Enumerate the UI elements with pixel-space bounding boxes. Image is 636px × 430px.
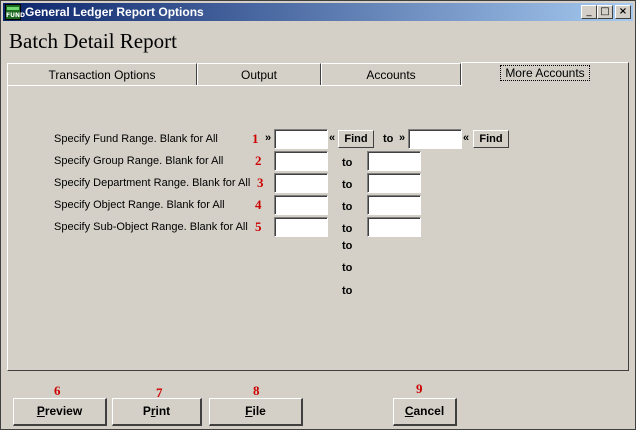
sub-object-range-label: Specify Sub-Object Range. Blank for All (54, 221, 248, 233)
department-to-input[interactable] (367, 173, 421, 193)
object-from-input[interactable] (274, 195, 328, 215)
department-range-label: Specify Department Range. Blank for All (54, 177, 251, 189)
callout-3: 3 (257, 175, 264, 190)
find-from-button[interactable]: Find (338, 130, 374, 148)
report-title: Batch Detail Report (9, 29, 177, 53)
to-label: to (342, 262, 353, 274)
to-label: to (342, 240, 353, 252)
to-label: to (342, 179, 353, 191)
tab-more-accounts[interactable]: More Accounts (461, 62, 629, 86)
file-button[interactable]: File (209, 398, 303, 426)
callout-5: 5 (255, 219, 262, 234)
window-title: General Ledger Report Options (25, 5, 204, 19)
minimize-button[interactable]: _ (581, 5, 597, 19)
to-label: to (342, 285, 353, 297)
callout-2: 2 (255, 153, 262, 168)
group-range-label: Specify Group Range. Blank for All (54, 155, 224, 167)
preview-button[interactable]: Preview (13, 398, 107, 426)
report-options-window: FUND General Ledger Report Options _ □ ×… (0, 0, 636, 430)
chevron-left-icon: « (463, 132, 470, 144)
fund-app-icon: FUND (5, 4, 25, 20)
chevron-right-icon: » (399, 132, 406, 144)
to-label: to (342, 157, 353, 169)
to-label: to (342, 201, 353, 213)
tab-transaction-options[interactable]: Transaction Options (7, 63, 197, 85)
callout-9: 9 (416, 381, 423, 396)
tab-output[interactable]: Output (197, 63, 321, 85)
tab-accounts[interactable]: Accounts (321, 63, 461, 85)
callout-8: 8 (253, 383, 260, 398)
fund-range-label: Specify Fund Range. Blank for All (54, 133, 218, 145)
object-range-label: Specify Object Range. Blank for All (54, 199, 225, 211)
close-button[interactable]: × (615, 5, 631, 19)
to-label: to (383, 133, 394, 145)
title-bar[interactable]: FUND General Ledger Report Options _ □ × (3, 3, 633, 21)
object-to-input[interactable] (367, 195, 421, 215)
to-label: to (342, 223, 353, 235)
callout-4: 4 (255, 197, 262, 212)
callout-6: 6 (54, 383, 61, 398)
fund-from-input[interactable] (274, 129, 328, 149)
chevron-left-icon: « (329, 132, 336, 144)
callout-1: 1 (252, 131, 259, 146)
cancel-button[interactable]: Cancel (393, 398, 457, 426)
fund-to-input[interactable] (408, 129, 462, 149)
find-to-button[interactable]: Find (473, 130, 509, 148)
department-from-input[interactable] (274, 173, 328, 193)
chevron-right-icon: » (265, 132, 272, 144)
sub-object-to-input[interactable] (367, 217, 421, 237)
group-to-input[interactable] (367, 151, 421, 171)
group-from-input[interactable] (274, 151, 328, 171)
print-button[interactable]: Print (112, 398, 202, 426)
maximize-button[interactable]: □ (597, 5, 613, 19)
sub-object-from-input[interactable] (274, 217, 328, 237)
